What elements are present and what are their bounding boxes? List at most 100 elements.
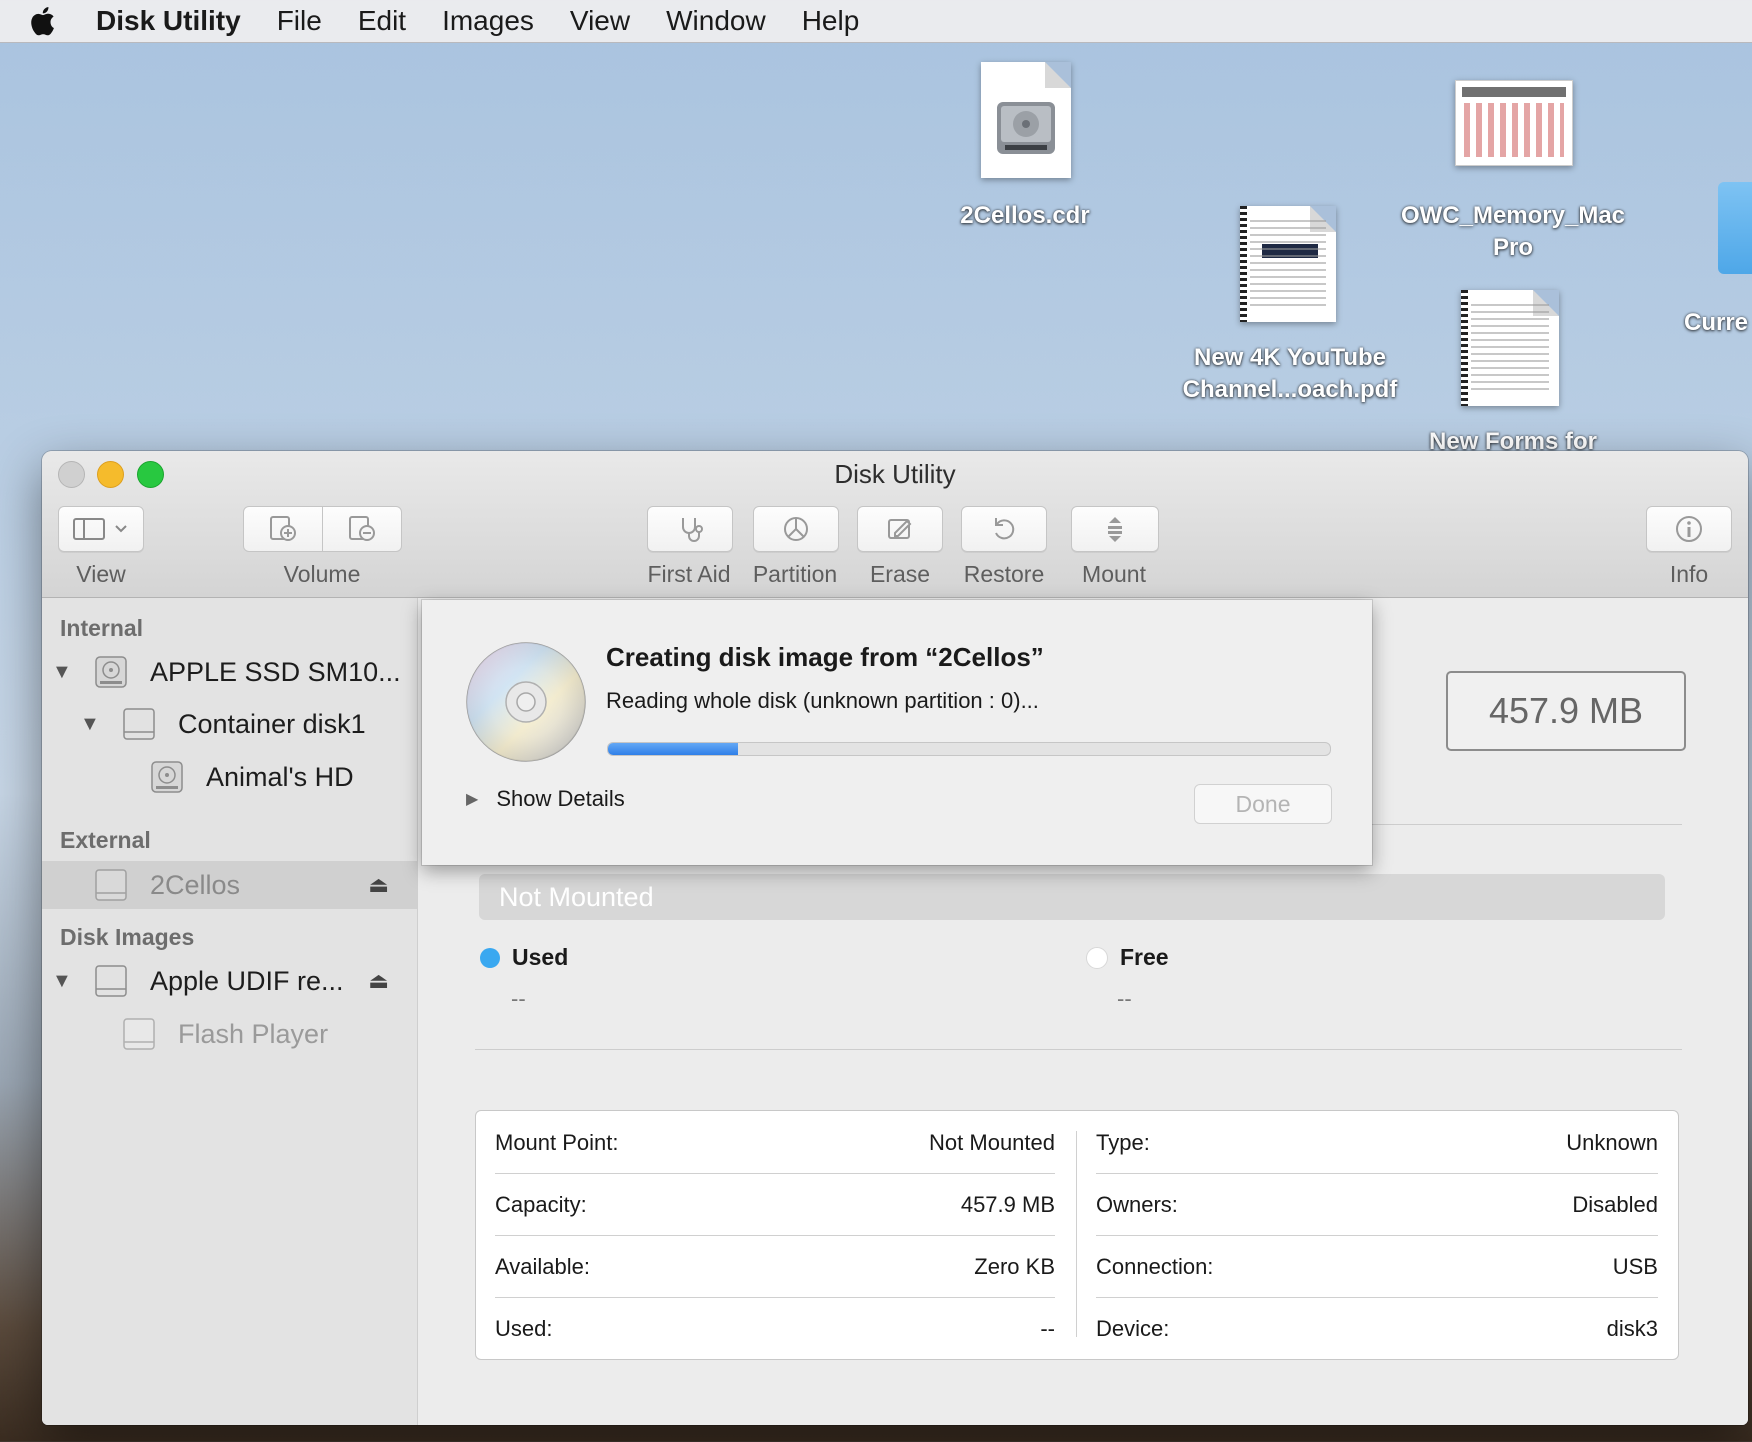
disclosure-triangle-icon: ▶ bbox=[466, 791, 479, 808]
row-separator bbox=[1096, 1235, 1658, 1236]
desktop-icon-label: 2Cellos.cdr bbox=[960, 202, 1090, 229]
volume-icon bbox=[123, 1018, 155, 1050]
menu-file[interactable]: File bbox=[259, 5, 340, 37]
done-button[interactable]: Done bbox=[1194, 784, 1332, 824]
divider bbox=[475, 1049, 1682, 1050]
disk-image-file-icon bbox=[981, 62, 1071, 178]
info-value: 457.9 MB bbox=[960, 1192, 1055, 1217]
sheet-title: Creating disk image from “2Cellos” bbox=[606, 642, 1044, 672]
row-separator bbox=[1096, 1297, 1658, 1298]
show-details-toggle[interactable]: ▶ Show Details bbox=[466, 786, 625, 812]
desktop-icon-label: Curre O bbox=[1684, 309, 1752, 336]
folder-icon bbox=[1718, 182, 1752, 274]
info-value: Disabled bbox=[1572, 1192, 1658, 1217]
apple-menu-icon[interactable] bbox=[22, 4, 62, 38]
info-value: Not Mounted bbox=[929, 1130, 1055, 1155]
sidebar-item-container-disk1[interactable]: ▼ Container disk1 bbox=[42, 700, 417, 748]
row-separator bbox=[495, 1297, 1055, 1298]
restore-arrow-icon bbox=[995, 518, 1015, 540]
sheet-status: Reading whole disk (unknown partition : … bbox=[606, 688, 1039, 713]
legend-used-label: Used bbox=[512, 944, 569, 970]
disclosure-triangle-icon[interactable]: ▼ bbox=[52, 970, 72, 993]
partition-button[interactable] bbox=[753, 506, 839, 552]
eject-icon[interactable]: ⏏ bbox=[368, 872, 389, 898]
add-volume-button[interactable] bbox=[244, 507, 322, 551]
info-row-type: Type: Unknown bbox=[1096, 1113, 1658, 1173]
menu-images[interactable]: Images bbox=[424, 5, 552, 37]
info-key: Available: bbox=[495, 1254, 590, 1279]
disclosure-triangle-icon[interactable]: ▼ bbox=[80, 713, 100, 736]
sidebar-section-external: External bbox=[60, 827, 151, 853]
menu-edit[interactable]: Edit bbox=[340, 5, 424, 37]
sidebar-item-apple-udif[interactable]: ▼ Apple UDIF re... ⏏ bbox=[42, 957, 417, 1005]
desktop-icon-label: OWC_Memory_Mac Pro bbox=[1400, 202, 1626, 261]
legend-used: Used bbox=[480, 944, 568, 971]
sidebar-item-label: APPLE SSD SM10... bbox=[150, 656, 401, 687]
progress-fill bbox=[608, 743, 738, 755]
info-key: Used: bbox=[495, 1316, 553, 1341]
sidebar-section-internal: Internal bbox=[60, 615, 144, 641]
sidebar-item-animals-hd[interactable]: Animal's HD bbox=[42, 753, 417, 801]
progress-bar bbox=[607, 742, 1331, 756]
info-row-capacity: Capacity: 457.9 MB bbox=[495, 1175, 1055, 1235]
info-row-device: Device: disk3 bbox=[1096, 1299, 1658, 1359]
row-separator bbox=[495, 1235, 1055, 1236]
menu-bar: Disk Utility File Edit Images View Windo… bbox=[0, 0, 1752, 43]
info-row-mount-point: Mount Point: Not Mounted bbox=[495, 1113, 1055, 1173]
remove-volume-button[interactable] bbox=[322, 507, 401, 551]
view-button[interactable] bbox=[58, 506, 144, 552]
volume-segmented-control bbox=[243, 506, 402, 552]
info-row-used: Used: -- bbox=[495, 1299, 1055, 1359]
menu-window[interactable]: Window bbox=[648, 5, 784, 37]
eject-icon[interactable]: ⏏ bbox=[368, 968, 389, 994]
menu-app-name[interactable]: Disk Utility bbox=[62, 5, 259, 37]
info-value: disk3 bbox=[1606, 1316, 1658, 1341]
internal-disk-icon bbox=[95, 656, 127, 688]
create-image-progress-sheet: Creating disk image from “2Cellos” Readi… bbox=[422, 600, 1372, 865]
pdf-thumbnail-icon bbox=[1455, 80, 1573, 166]
sidebar-section-disk-images: Disk Images bbox=[60, 924, 195, 950]
used-color-swatch bbox=[480, 947, 500, 968]
sidebar-item-label: Container disk1 bbox=[178, 708, 366, 739]
info-key: Connection: bbox=[1096, 1254, 1214, 1279]
disclosure-triangle-icon[interactable]: ▼ bbox=[52, 661, 72, 684]
partition-label: Partition bbox=[752, 561, 838, 587]
info-value: Zero KB bbox=[974, 1254, 1055, 1279]
external-disk-icon bbox=[95, 869, 127, 901]
info-button[interactable] bbox=[1646, 506, 1732, 552]
mount-icon bbox=[1108, 517, 1122, 542]
sidebar-item-flash-player[interactable]: Flash Player bbox=[42, 1010, 417, 1058]
menu-help[interactable]: Help bbox=[784, 5, 878, 37]
add-volume-icon bbox=[270, 516, 296, 541]
sidebar: Internal ▼ APPLE SSD SM10... ▼ Container… bbox=[42, 598, 418, 1425]
menu-view[interactable]: View bbox=[552, 5, 648, 37]
restore-button[interactable] bbox=[961, 506, 1047, 552]
info-row-available: Available: Zero KB bbox=[495, 1237, 1055, 1297]
partition-pie-icon bbox=[784, 517, 808, 541]
pdf-document-icon bbox=[1461, 290, 1559, 406]
info-value: -- bbox=[1040, 1316, 1055, 1341]
erase-pencil-icon bbox=[888, 519, 912, 539]
usage-bar: Not Mounted bbox=[479, 874, 1665, 920]
disk-image-icon bbox=[95, 965, 127, 997]
legend-used-value: -- bbox=[511, 986, 526, 1011]
window-title: Disk Utility bbox=[834, 459, 956, 489]
row-separator bbox=[1096, 1173, 1658, 1174]
erase-button[interactable] bbox=[857, 506, 943, 552]
window-toolbar: Disk Utility View Volume First Aid Parti… bbox=[42, 451, 1748, 598]
disk-size-display: 457.9 MB bbox=[1446, 671, 1686, 751]
legend-free-value: -- bbox=[1117, 986, 1132, 1011]
sidebar-item-apple-ssd[interactable]: ▼ APPLE SSD SM10... bbox=[42, 648, 417, 696]
info-key: Device: bbox=[1096, 1316, 1170, 1341]
sidebar-item-label: Animal's HD bbox=[206, 761, 354, 792]
view-label: View bbox=[76, 561, 126, 587]
first-aid-button[interactable] bbox=[647, 506, 733, 552]
mount-button[interactable] bbox=[1071, 506, 1159, 552]
row-separator bbox=[495, 1173, 1055, 1174]
sidebar-item-2cellos[interactable]: 2Cellos ⏏ bbox=[42, 861, 417, 909]
desktop-icon-label: New Forms for bbox=[1428, 428, 1598, 452]
info-row-owners: Owners: Disabled bbox=[1096, 1175, 1658, 1235]
container-disk-icon bbox=[123, 708, 155, 740]
disk-info-table: Mount Point: Not Mounted Capacity: 457.9… bbox=[475, 1110, 1679, 1360]
erase-label: Erase bbox=[869, 561, 931, 587]
